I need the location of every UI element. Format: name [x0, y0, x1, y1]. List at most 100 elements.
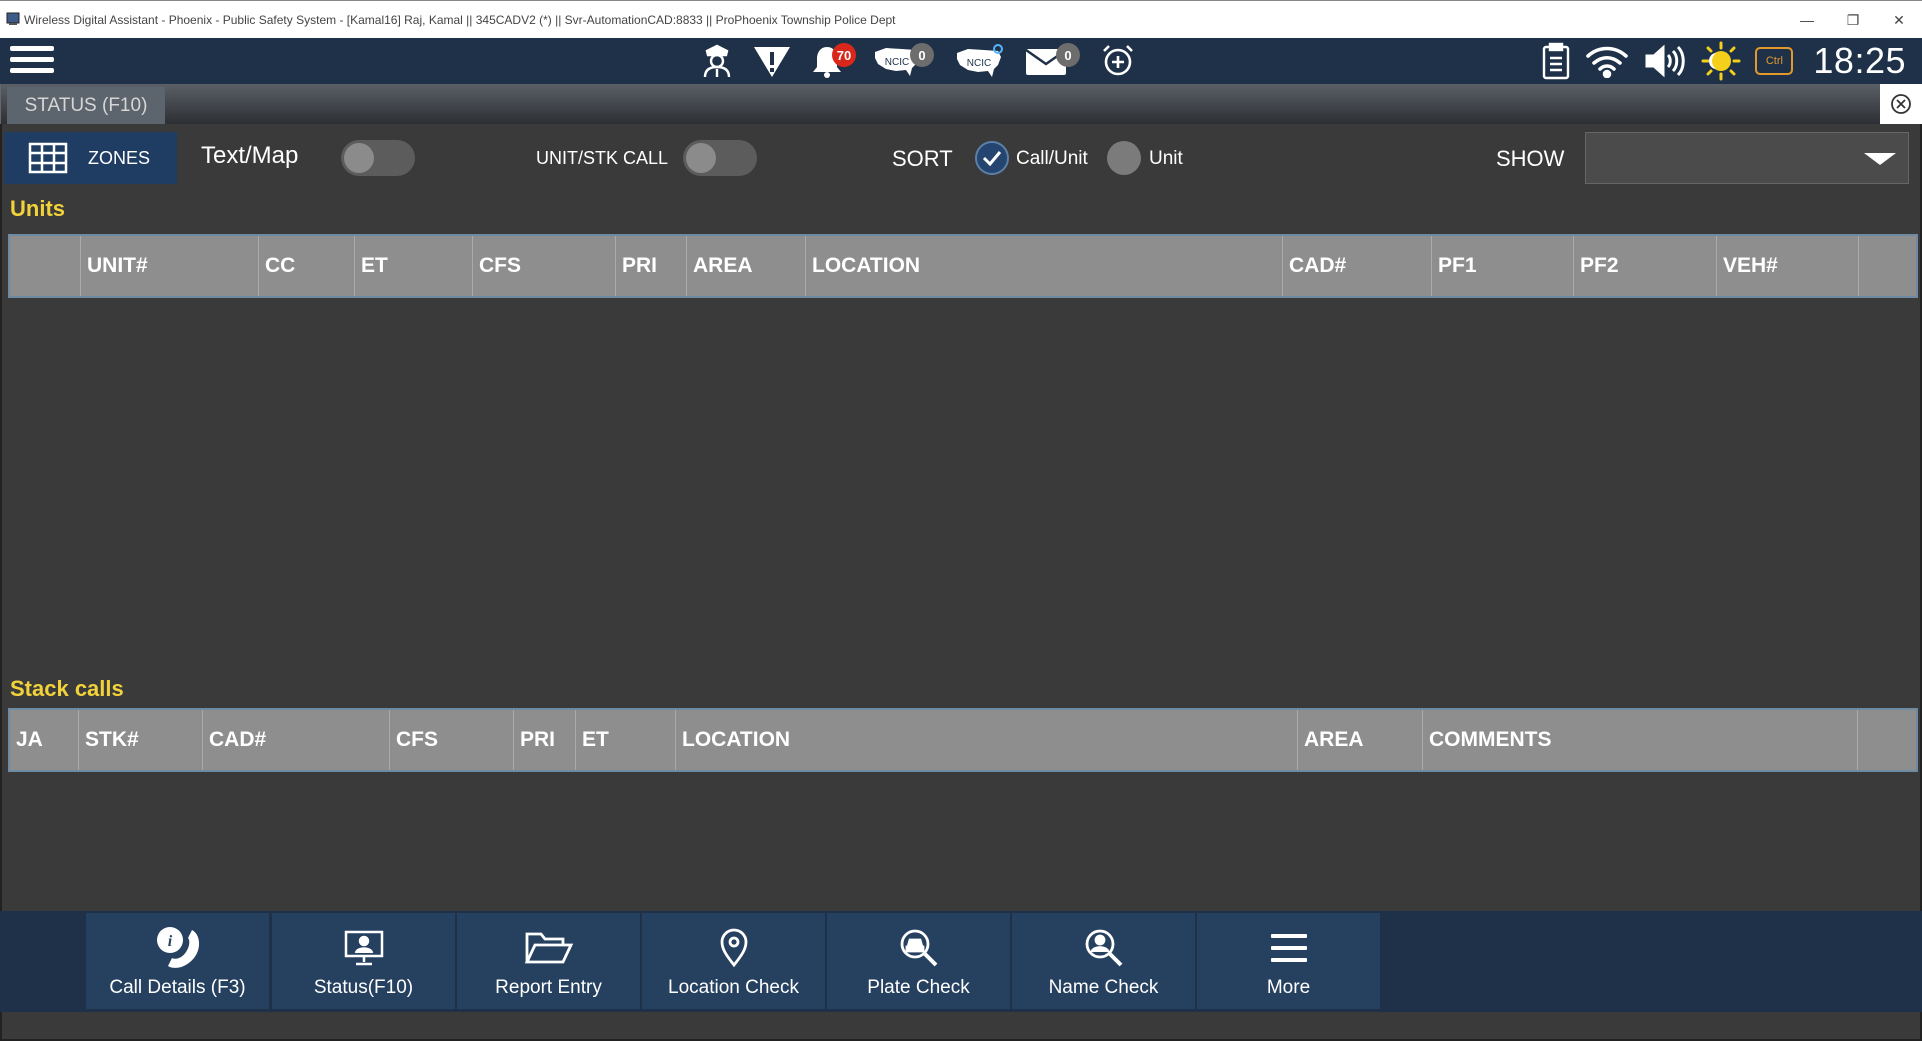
- units-col-cad[interactable]: CAD#: [1283, 236, 1432, 296]
- text-map-toggle[interactable]: [341, 140, 415, 176]
- chevron-down-icon: [1864, 153, 1896, 165]
- sort-unit-label[interactable]: Unit: [1149, 148, 1183, 170]
- window-title: Wireless Digital Assistant - Phoenix - P…: [24, 13, 896, 27]
- footer-strip: [0, 1012, 1922, 1041]
- show-dropdown[interactable]: [1585, 132, 1909, 184]
- officer-icon[interactable]: [700, 41, 734, 81]
- ncic-label: NCIC: [967, 58, 991, 69]
- sort-label: SORT: [892, 146, 953, 171]
- alarm-clock-add-icon[interactable]: [1100, 41, 1136, 81]
- ncic-count-badge: 0: [910, 43, 934, 67]
- volume-icon[interactable]: [1643, 41, 1687, 81]
- menu-button[interactable]: [10, 42, 54, 80]
- units-col-pf2[interactable]: PF2: [1574, 236, 1717, 296]
- messages-count-badge: 0: [1056, 43, 1080, 67]
- svg-text:i: i: [167, 933, 172, 950]
- stack-col-extra[interactable]: [1858, 710, 1916, 770]
- clock: 18:25: [1813, 40, 1906, 81]
- location-check-button[interactable]: Location Check: [642, 913, 825, 1009]
- ncic-label: NCIC: [885, 57, 909, 68]
- alert-triangle-icon[interactable]: [752, 41, 792, 81]
- unit-stk-call-label: UNIT/STK CALL: [536, 148, 669, 168]
- name-check-label: Name Check: [1048, 977, 1159, 998]
- zones-label: ZONES: [88, 147, 151, 168]
- plate-check-button[interactable]: Plate Check: [827, 913, 1010, 1009]
- stack-col-pri[interactable]: PRI: [514, 710, 576, 770]
- more-menu-icon: [1269, 923, 1309, 973]
- show-label: SHOW: [1496, 146, 1565, 171]
- minimize-button[interactable]: —: [1784, 1, 1830, 39]
- ncic-query-icon[interactable]: NCIC: [954, 41, 1006, 81]
- hamburger-icon: [10, 46, 54, 51]
- stack-col-ja[interactable]: JA: [10, 710, 79, 770]
- sort-call-unit-label[interactable]: Call/Unit: [1016, 148, 1088, 170]
- stack-col-comments[interactable]: COMMENTS: [1423, 710, 1858, 770]
- units-col-et[interactable]: ET: [355, 236, 473, 296]
- more-label: More: [1266, 977, 1311, 998]
- stack-calls-table-header: JA STK# CAD# CFS PRI ET LOCATION AREA CO…: [8, 708, 1918, 772]
- report-entry-label: Report Entry: [495, 977, 602, 998]
- close-circle-icon: [1891, 94, 1911, 114]
- clipboard-icon[interactable]: [1541, 41, 1571, 81]
- stack-col-area[interactable]: AREA: [1298, 710, 1423, 770]
- call-details-label: Call Details (F3): [109, 977, 246, 998]
- person-search-icon: [1083, 923, 1125, 973]
- tab-strip: STATUS (F10): [0, 84, 1922, 124]
- units-section-title: Units: [10, 196, 65, 221]
- stack-col-cfs[interactable]: CFS: [390, 710, 514, 770]
- units-col-area[interactable]: AREA: [687, 236, 806, 296]
- stack-calls-section-title: Stack calls: [10, 676, 124, 701]
- units-col-cfs[interactable]: CFS: [473, 236, 616, 296]
- units-col-unit[interactable]: UNIT#: [81, 236, 259, 296]
- status-monitor-icon: [342, 923, 386, 973]
- more-button[interactable]: More: [1197, 913, 1380, 1009]
- name-check-button[interactable]: Name Check: [1012, 913, 1195, 1009]
- restore-button[interactable]: ❐: [1830, 1, 1876, 39]
- units-col-location[interactable]: LOCATION: [806, 236, 1283, 296]
- status-label: Status(F10): [313, 977, 414, 998]
- sort-unit-radio[interactable]: [1107, 141, 1141, 175]
- status-panel: ZONES Text/Map UNIT/STK CALL SORT Call/U…: [0, 124, 1922, 911]
- report-entry-button[interactable]: Report Entry: [457, 913, 640, 1009]
- call-details-icon: i: [148, 923, 208, 973]
- call-details-button[interactable]: i Call Details (F3): [86, 913, 269, 1009]
- map-pin-icon: [718, 923, 750, 973]
- stack-col-cad[interactable]: CAD#: [203, 710, 390, 770]
- units-table-header: UNIT# CC ET CFS PRI AREA LOCATION CAD# P…: [8, 234, 1918, 298]
- filter-controls: ZONES Text/Map UNIT/STK CALL SORT Call/U…: [2, 128, 1922, 184]
- plate-check-label: Plate Check: [867, 977, 970, 998]
- close-tab-button[interactable]: [1880, 84, 1922, 124]
- alerts-count-badge: 70: [832, 43, 856, 67]
- grid-icon: [28, 142, 68, 174]
- units-col-extra[interactable]: [1859, 236, 1916, 296]
- stack-col-stk[interactable]: STK#: [79, 710, 203, 770]
- text-map-label: Text/Map: [201, 142, 299, 169]
- units-col-selector[interactable]: [10, 236, 81, 296]
- ctrl-key-button[interactable]: Ctrl: [1755, 47, 1794, 75]
- wifi-icon: [1585, 41, 1629, 81]
- location-check-label: Location Check: [668, 977, 799, 998]
- app-icon: [6, 12, 20, 25]
- zones-button[interactable]: ZONES: [4, 132, 177, 184]
- units-col-veh[interactable]: VEH#: [1717, 236, 1859, 296]
- window-title-bar: Wireless Digital Assistant - Phoenix - P…: [0, 0, 1922, 38]
- units-col-pri[interactable]: PRI: [616, 236, 687, 296]
- day-night-mode-icon[interactable]: [1701, 41, 1741, 81]
- folder-open-icon: [523, 923, 575, 973]
- stack-col-location[interactable]: LOCATION: [676, 710, 1298, 770]
- checkmark-icon: [982, 151, 1002, 166]
- plate-search-icon: [898, 923, 940, 973]
- messages-envelope-icon[interactable]: 0: [1024, 41, 1080, 81]
- unit-stk-call-toggle[interactable]: [683, 140, 757, 176]
- status-button[interactable]: Status(F10): [272, 913, 455, 1009]
- ncic-usa-icon[interactable]: NCIC 0: [872, 41, 934, 81]
- notifications-bell-icon[interactable]: 70: [810, 41, 856, 81]
- app-top-bar: 70 NCIC 0 NCIC 0 Ctrl 18:25: [0, 38, 1922, 84]
- bottom-toolbar: i Call Details (F3) Status(F10) Report E…: [0, 911, 1922, 1012]
- tab-status[interactable]: STATUS (F10): [7, 87, 165, 124]
- stack-col-et[interactable]: ET: [576, 710, 676, 770]
- units-col-cc[interactable]: CC: [259, 236, 355, 296]
- units-col-pf1[interactable]: PF1: [1432, 236, 1574, 296]
- sort-call-unit-radio[interactable]: [975, 141, 1009, 175]
- close-window-button[interactable]: ✕: [1876, 1, 1922, 39]
